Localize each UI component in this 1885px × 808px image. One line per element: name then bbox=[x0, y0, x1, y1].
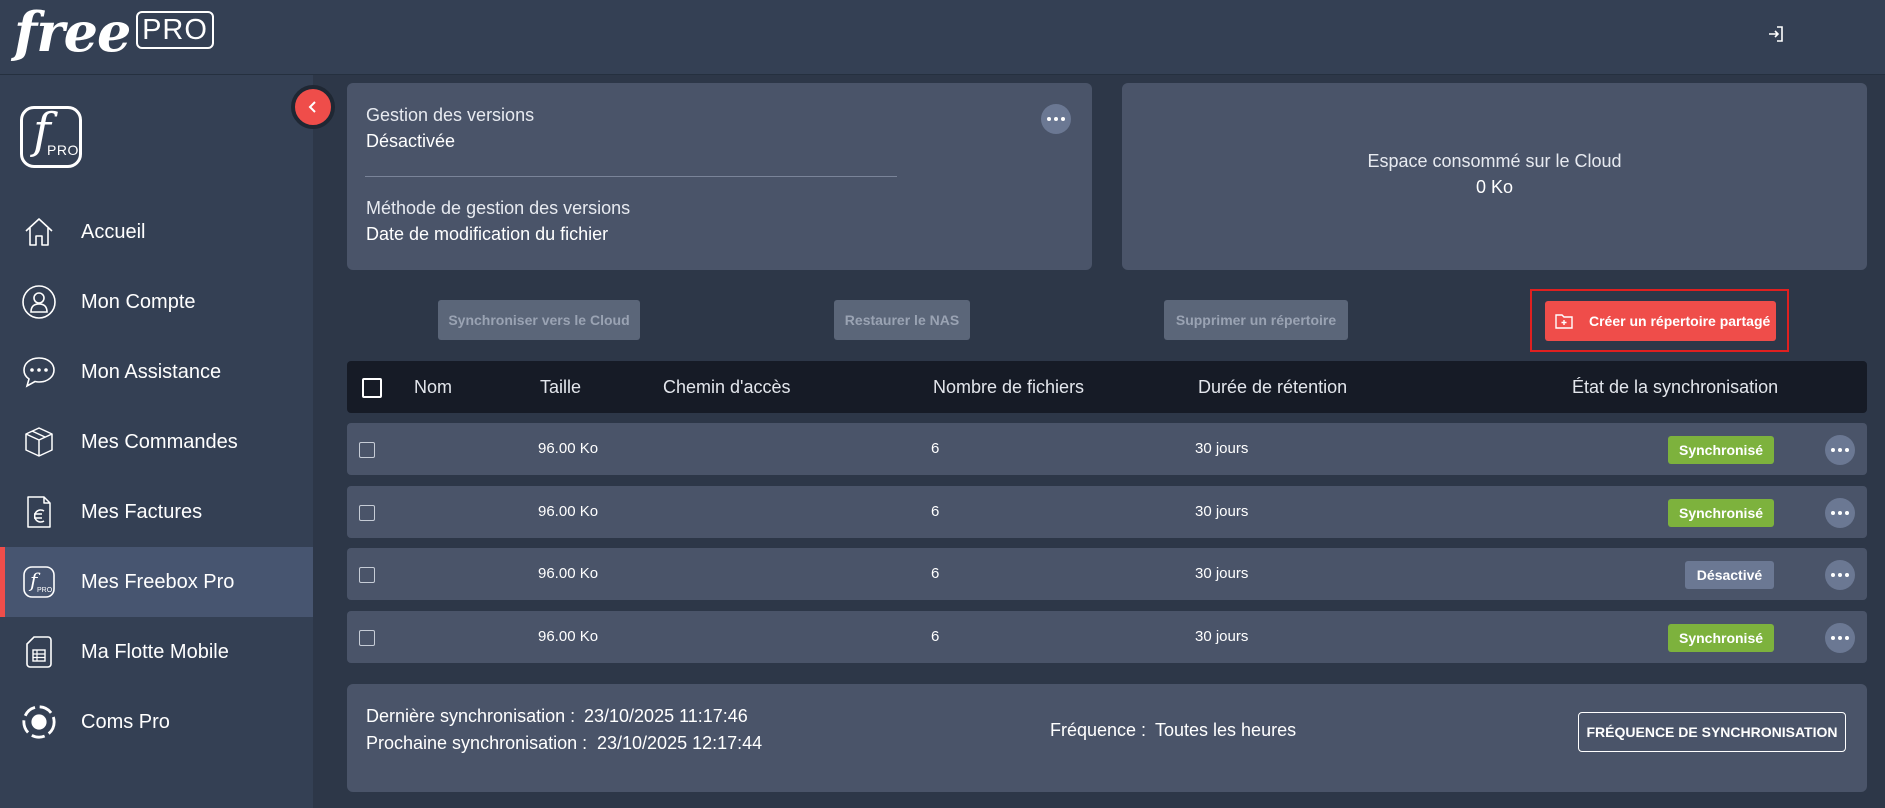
create-shared-directory-button[interactable]: Créer un répertoire partagé bbox=[1545, 301, 1776, 341]
sim-card-icon bbox=[21, 634, 57, 670]
home-icon bbox=[21, 214, 57, 250]
row-size: 96.00 Ko bbox=[538, 440, 599, 457]
box-icon bbox=[21, 424, 57, 460]
select-all-checkbox[interactable] bbox=[362, 378, 382, 398]
sidebar-item-mes-factures[interactable]: Mes Factures bbox=[0, 477, 313, 547]
divider bbox=[365, 176, 897, 177]
restore-nas-button[interactable]: Restaurer le NAS bbox=[834, 300, 970, 340]
row-more-button[interactable] bbox=[1825, 498, 1855, 528]
column-name[interactable]: Nom bbox=[414, 377, 452, 398]
status-badge: Synchronisé bbox=[1668, 499, 1774, 527]
row-size: 96.00 Ko bbox=[538, 503, 599, 520]
row-file-count: 6 bbox=[931, 565, 940, 582]
row-size: 96.00 Ko bbox=[538, 565, 599, 582]
sidebar-item-mes-freebox-pro[interactable]: f PRO Mes Freebox Pro bbox=[0, 547, 313, 617]
sync-info-card: Dernière synchronisation : 23/10/2025 11… bbox=[347, 684, 1867, 792]
row-file-count: 6 bbox=[931, 440, 940, 457]
sidebar-item-ma-flotte-mobile[interactable]: Ma Flotte Mobile bbox=[0, 617, 313, 687]
sidebar-item-label: Mes Freebox Pro bbox=[81, 570, 235, 593]
column-path[interactable]: Chemin d'accès bbox=[663, 377, 791, 398]
free-logo[interactable]: free bbox=[14, 2, 131, 62]
chat-icon bbox=[21, 354, 57, 390]
row-retention: 30 jours bbox=[1195, 503, 1249, 520]
row-retention: 30 jours bbox=[1195, 565, 1249, 582]
add-folder-icon bbox=[1555, 314, 1573, 329]
column-retention[interactable]: Durée de rétention bbox=[1198, 377, 1347, 398]
cloud-space-label: Espace consommé sur le Cloud bbox=[1367, 151, 1622, 171]
column-sync-status[interactable]: État de la synchronisation bbox=[1572, 377, 1778, 398]
status-badge: Synchronisé bbox=[1668, 436, 1774, 464]
sidebar-item-label: Coms Pro bbox=[81, 710, 170, 733]
cloud-space-card: Espace consommé sur le Cloud 0 Ko bbox=[1122, 83, 1867, 270]
table-row[interactable]: 96.00 Ko 6 30 jours Synchronisé bbox=[347, 423, 1867, 475]
svg-text:PRO: PRO bbox=[37, 587, 53, 594]
row-more-button[interactable] bbox=[1825, 623, 1855, 653]
cloud-space-value: 0 Ko bbox=[1475, 177, 1514, 197]
sidebar-item-label: Ma Flotte Mobile bbox=[81, 640, 229, 663]
row-checkbox[interactable] bbox=[359, 442, 375, 458]
table-header: Nom Taille Chemin d'accès Nombre de fich… bbox=[347, 361, 1867, 413]
create-shared-highlight: Créer un répertoire partagé bbox=[1530, 289, 1789, 352]
logout-button[interactable] bbox=[1762, 20, 1790, 48]
pro-logo-badge: PRO bbox=[136, 11, 214, 49]
user-icon bbox=[21, 284, 57, 320]
row-file-count: 6 bbox=[931, 503, 940, 520]
sidebar-item-accueil[interactable]: Accueil bbox=[0, 197, 313, 267]
versioning-value: Désactivée bbox=[366, 131, 456, 151]
column-size[interactable]: Taille bbox=[540, 377, 581, 398]
chevron-left-icon bbox=[308, 101, 316, 113]
sidebar-item-mes-commandes[interactable]: Mes Commandes bbox=[0, 407, 313, 477]
sidebar-item-label: Mes Factures bbox=[81, 500, 203, 523]
frequency-label: Fréquence : bbox=[1050, 720, 1147, 740]
sidebar-item-label: Accueil bbox=[81, 220, 146, 243]
table-row[interactable]: 96.00 Ko 6 30 jours Désactivé bbox=[347, 548, 1867, 600]
invoice-euro-icon bbox=[21, 494, 57, 530]
row-retention: 30 jours bbox=[1195, 628, 1249, 645]
coms-pro-icon bbox=[21, 704, 57, 740]
row-more-button[interactable] bbox=[1825, 435, 1855, 465]
sidebar-item-coms-pro[interactable]: Coms Pro bbox=[0, 687, 313, 757]
logout-icon bbox=[1769, 26, 1783, 42]
row-checkbox[interactable] bbox=[359, 505, 375, 521]
sync-frequency-button[interactable]: FRÉQUENCE DE SYNCHRONISATION bbox=[1578, 712, 1846, 752]
row-checkbox[interactable] bbox=[359, 630, 375, 646]
method-label: Méthode de gestion des versions bbox=[366, 198, 631, 218]
sidebar-item-label: Mon Compte bbox=[81, 290, 196, 313]
next-sync-label: Prochaine synchronisation : bbox=[366, 733, 588, 753]
sidebar-item-mon-assistance[interactable]: Mon Assistance bbox=[0, 337, 313, 407]
versions-card: Gestion des versions Désactivée Méthode … bbox=[347, 83, 1092, 270]
table-row[interactable]: 96.00 Ko 6 30 jours Synchronisé bbox=[347, 611, 1867, 663]
next-sync-value: 23/10/2025 12:17:44 bbox=[597, 733, 763, 753]
sidebar-item-mon-compte[interactable]: Mon Compte bbox=[0, 267, 313, 337]
frequency-value: Toutes les heures bbox=[1155, 720, 1297, 740]
column-file-count[interactable]: Nombre de fichiers bbox=[933, 377, 1084, 398]
sidebar-item-label: Mon Assistance bbox=[81, 360, 222, 383]
row-size: 96.00 Ko bbox=[538, 628, 599, 645]
sidebar-item-label: Mes Commandes bbox=[81, 430, 238, 453]
row-more-button[interactable] bbox=[1825, 560, 1855, 590]
status-badge: Synchronisé bbox=[1668, 624, 1774, 652]
row-retention: 30 jours bbox=[1195, 440, 1249, 457]
freebox-pro-logo: f PRO bbox=[20, 103, 82, 168]
last-sync-label: Dernière synchronisation : bbox=[366, 706, 576, 726]
sync-to-cloud-button[interactable]: Synchroniser vers le Cloud bbox=[438, 300, 640, 340]
row-checkbox[interactable] bbox=[359, 567, 375, 583]
delete-directory-button[interactable]: Supprimer un répertoire bbox=[1164, 300, 1348, 340]
freebox-pro-icon: f PRO bbox=[21, 564, 57, 600]
table-row[interactable]: 96.00 Ko 6 30 jours Synchronisé bbox=[347, 486, 1867, 538]
collapse-sidebar-button[interactable] bbox=[291, 85, 335, 129]
create-shared-label: Créer un répertoire partagé bbox=[1589, 313, 1771, 329]
versions-more-button[interactable] bbox=[1041, 104, 1071, 134]
versioning-label: Gestion des versions bbox=[366, 105, 535, 125]
logo-sub: PRO bbox=[47, 142, 79, 158]
status-badge: Désactivé bbox=[1685, 561, 1774, 589]
last-sync-value: 23/10/2025 11:17:46 bbox=[584, 706, 748, 726]
method-value: Date de modification du fichier bbox=[366, 224, 609, 244]
row-file-count: 6 bbox=[931, 628, 940, 645]
top-header: free PRO bbox=[0, 0, 1885, 75]
